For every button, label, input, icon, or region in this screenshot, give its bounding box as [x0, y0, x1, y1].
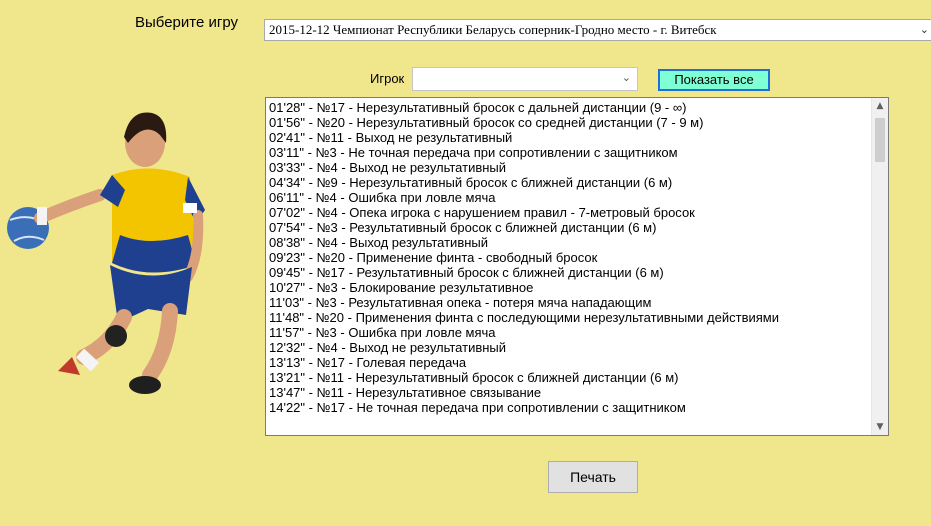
event-list-item[interactable]: 02'41" - №11 - Выход не результативный	[269, 130, 888, 145]
event-list-item[interactable]: 12'32" - №4 - Выход не результативный	[269, 340, 888, 355]
event-list-item[interactable]: 13'47" - №11 - Нерезультативное связыван…	[269, 385, 888, 400]
event-list-item[interactable]: 01'56" - №20 - Нерезультативный бросок с…	[269, 115, 888, 130]
events-list[interactable]: 01'28" - №17 - Нерезультативный бросок с…	[265, 97, 889, 436]
game-select-value: 2015-12-12 Чемпионат Республики Беларусь…	[269, 22, 717, 37]
event-list-item[interactable]: 07'02" - №4 - Опека игрока с нарушением …	[269, 205, 888, 220]
game-label: Выберите игру	[135, 14, 239, 31]
scroll-down-arrow-icon[interactable]: ▼	[872, 422, 888, 432]
scroll-up-arrow-icon[interactable]: ▲	[872, 101, 888, 111]
events-scrollbar[interactable]: ▲ ▼	[871, 98, 888, 435]
event-list-item[interactable]: 03'11" - №3 - Не точная передача при соп…	[269, 145, 888, 160]
event-list-item[interactable]: 11'48" - №20 - Применения финта с послед…	[269, 310, 888, 325]
event-list-item[interactable]: 09'45" - №17 - Результативный бросок с б…	[269, 265, 888, 280]
event-list-item[interactable]: 11'57" - №3 - Ошибка при ловле мяча	[269, 325, 888, 340]
print-button[interactable]: Печать	[548, 461, 638, 493]
event-list-item[interactable]: 03'33" - №4 - Выход не результативный	[269, 160, 888, 175]
event-list-item[interactable]: 14'22" - №17 - Не точная передача при со…	[269, 400, 888, 415]
player-select[interactable]: ⌄	[412, 67, 638, 91]
event-list-item[interactable]: 13'21" - №11 - Нерезультативный бросок с…	[269, 370, 888, 385]
handball-player-illustration	[7, 112, 205, 394]
event-list-item[interactable]: 09'23" - №20 - Применение финта - свобод…	[269, 250, 888, 265]
chevron-down-icon: ⌄	[621, 71, 631, 84]
chevron-down-icon: ⌄	[919, 23, 929, 36]
game-select[interactable]: 2015-12-12 Чемпионат Республики Беларусь…	[264, 19, 931, 41]
event-list-item[interactable]: 01'28" - №17 - Нерезультативный бросок с…	[269, 100, 888, 115]
event-list-item[interactable]: 11'03" - №3 - Результативная опека - пот…	[269, 295, 888, 310]
player-label: Игрок	[370, 71, 405, 86]
event-list-item[interactable]: 06'11" - №4 - Ошибка при ловле мяча	[269, 190, 888, 205]
event-list-item[interactable]: 10'27" - №3 - Блокирование результативно…	[269, 280, 888, 295]
event-list-item[interactable]: 08'38" - №4 - Выход результативный	[269, 235, 888, 250]
event-list-item[interactable]: 13'13" - №17 - Голевая передача	[269, 355, 888, 370]
event-list-item[interactable]: 07'54" - №3 - Результативный бросок с бл…	[269, 220, 888, 235]
scrollbar-thumb[interactable]	[875, 118, 885, 162]
show-all-button[interactable]: Показать все	[658, 69, 770, 91]
event-list-item[interactable]: 04'34" - №9 - Нерезультативный бросок с …	[269, 175, 888, 190]
